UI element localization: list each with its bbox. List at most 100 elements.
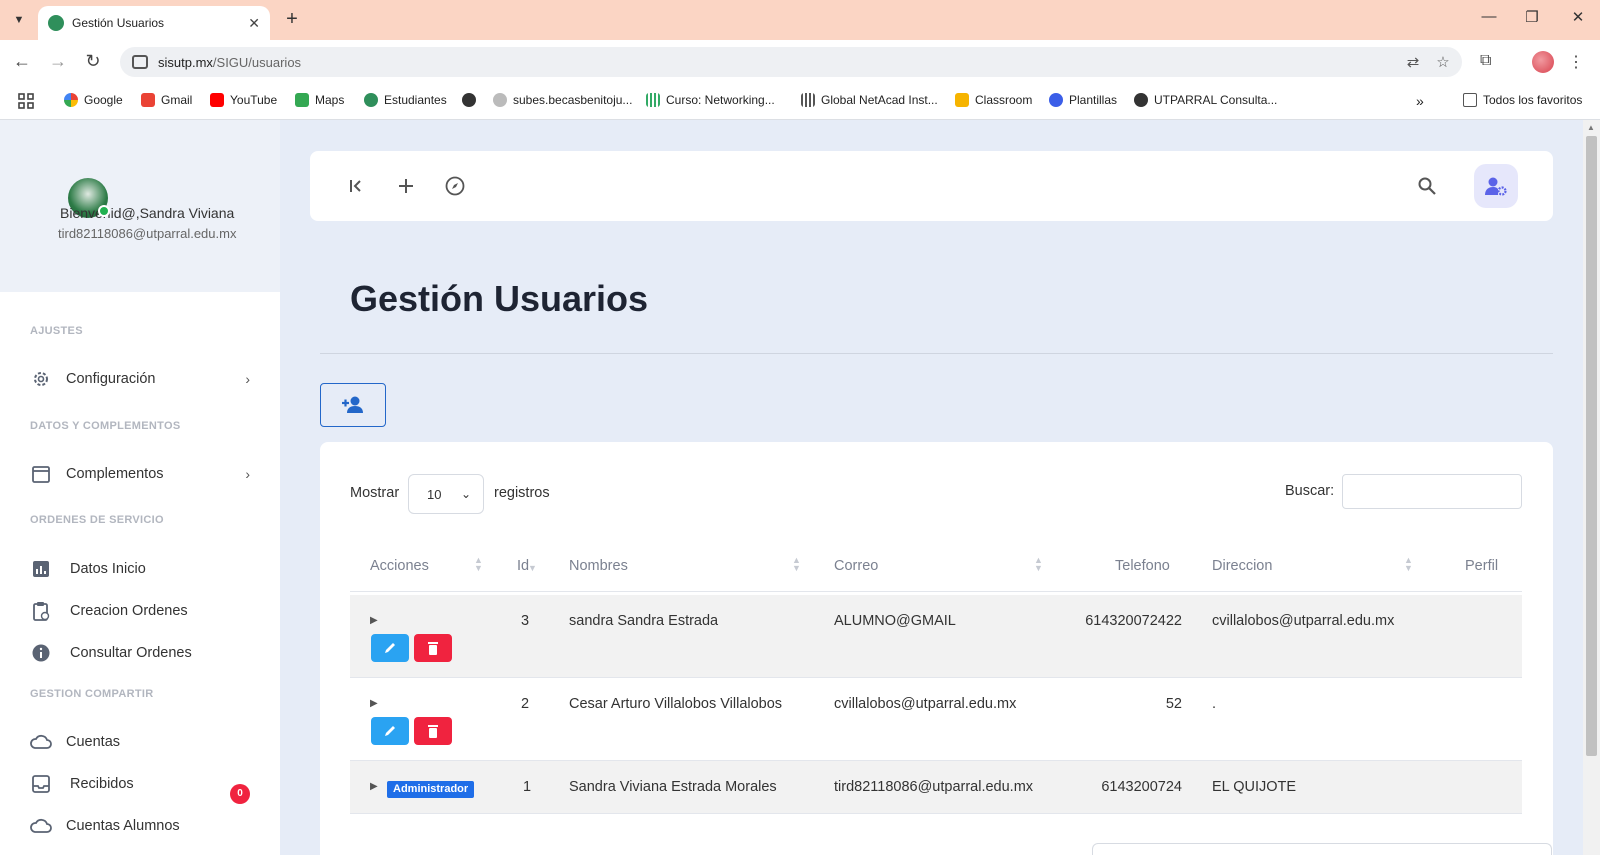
- pencil-icon: [385, 726, 395, 736]
- scroll-up-icon[interactable]: ▲: [1587, 123, 1595, 132]
- bookmark-plantillas[interactable]: Plantillas: [1049, 93, 1117, 107]
- extensions-icon[interactable]: ⧉: [1480, 52, 1491, 70]
- close-window-button[interactable]: ✕: [1563, 8, 1593, 26]
- col-perfil[interactable]: Perfil: [1465, 558, 1498, 574]
- sidebar-item-cuentas[interactable]: Cuentas: [30, 729, 250, 755]
- bookmark-utparral[interactable]: UTPARRAL Consulta...: [1134, 93, 1277, 107]
- more-bookmarks-icon[interactable]: »: [1416, 93, 1424, 109]
- clipboard-icon: [30, 600, 52, 622]
- reload-button[interactable]: ↻: [80, 50, 106, 74]
- col-direccion[interactable]: Direccion: [1212, 558, 1272, 574]
- online-status-dot: [98, 205, 110, 217]
- tab-search-button[interactable]: ▼: [6, 8, 32, 32]
- page-size-value: 10: [427, 486, 442, 502]
- col-telefono[interactable]: Telefono: [1115, 558, 1170, 574]
- restore-button[interactable]: ❐: [1517, 8, 1547, 26]
- section-gestion: GESTION COMPARTIR: [30, 688, 154, 700]
- page-size-select[interactable]: 10 ⌄: [408, 474, 484, 514]
- user-settings-button[interactable]: [1474, 164, 1518, 208]
- cell-nombres: sandra Sandra Estrada: [569, 613, 719, 629]
- sidebar-item-configuracion[interactable]: Configuración ›: [30, 366, 250, 392]
- site-info-icon[interactable]: [132, 55, 148, 69]
- profile-avatar[interactable]: [1532, 51, 1554, 73]
- trash-icon: [428, 725, 438, 738]
- col-nombres[interactable]: Nombres: [569, 558, 628, 574]
- sidebar-item-recibidos[interactable]: Recibidos: [30, 771, 250, 797]
- expand-row-icon[interactable]: ▶: [370, 615, 378, 626]
- sidebar-item-complementos[interactable]: Complementos ›: [30, 461, 250, 487]
- bookmarks-bar: Google Gmail YouTube Maps Estudiantes su…: [0, 84, 1600, 120]
- sidebar-item-datos-inicio[interactable]: Datos Inicio: [30, 556, 250, 582]
- show-label: Mostrar: [350, 485, 400, 501]
- cisco-icon: [646, 93, 660, 107]
- expand-row-icon[interactable]: ▶: [370, 781, 378, 792]
- role-badge: Administrador: [387, 781, 475, 798]
- canva-icon: [1049, 93, 1063, 107]
- bookmark-maps[interactable]: Maps: [295, 93, 344, 107]
- bookmark-google[interactable]: Google: [64, 93, 123, 107]
- add-user-button[interactable]: [320, 383, 386, 427]
- bookmark-estudiantes[interactable]: Estudiantes: [364, 93, 447, 107]
- back-button[interactable]: ←: [9, 50, 35, 74]
- section-datos: DATOS Y COMPLEMENTOS: [30, 420, 181, 432]
- sort-icon: ▲ ▼: [1404, 555, 1413, 573]
- all-bookmarks-folder[interactable]: Todos los favoritos: [1463, 93, 1582, 107]
- forward-button[interactable]: →: [45, 50, 71, 74]
- expand-row-icon[interactable]: ▶: [370, 698, 378, 709]
- edit-button[interactable]: [371, 717, 409, 745]
- bookmark-classroom[interactable]: Classroom: [955, 93, 1032, 107]
- globe-icon: [462, 93, 476, 107]
- translate-icon[interactable]: ⇄: [1402, 53, 1424, 71]
- bookmark-youtube[interactable]: YouTube: [210, 93, 277, 107]
- sort-icon: ▲ ▼: [792, 555, 801, 573]
- compass-icon[interactable]: [440, 171, 470, 201]
- sidebar-item-cuentas-alumnos[interactable]: Cuentas Alumnos: [30, 813, 250, 839]
- pagination[interactable]: [1092, 843, 1552, 855]
- delete-button[interactable]: [414, 717, 452, 745]
- user-plus-icon: [342, 396, 363, 413]
- sidebar-item-creacion-ordenes[interactable]: Creacion Ordenes: [30, 598, 250, 624]
- folder-icon: [1463, 93, 1477, 107]
- welcome-text: Bienvenid@,Sandra Viviana: [60, 205, 235, 221]
- cell-id: 3: [521, 613, 530, 629]
- bookmark-globe[interactable]: [462, 93, 482, 107]
- page-scrollbar[interactable]: ▲: [1583, 120, 1600, 855]
- chevron-right-icon: ›: [245, 371, 250, 387]
- bookmark-netacad[interactable]: Global NetAcad Inst...: [801, 93, 938, 107]
- search-icon[interactable]: [1412, 171, 1442, 201]
- menu-icon[interactable]: ⋮: [1568, 52, 1584, 72]
- sidebar-item-consultar-ordenes[interactable]: Consultar Ordenes: [30, 640, 250, 666]
- globe-icon: [1134, 93, 1148, 107]
- section-ordenes: ORDENES DE SERVICIO: [30, 514, 164, 526]
- cloud-icon: [30, 731, 52, 753]
- cell-telefono: 6143200724: [1101, 779, 1182, 795]
- col-correo[interactable]: Correo: [834, 558, 878, 574]
- url-text: sisutp.mx/SIGU/usuarios: [158, 54, 302, 70]
- address-bar[interactable]: sisutp.mx/SIGU/usuarios ⇄ ☆: [120, 47, 1462, 77]
- minimize-button[interactable]: —: [1474, 8, 1504, 25]
- page-title: Gestión Usuarios: [350, 278, 649, 319]
- cell-nombres: Cesar Arturo Villalobos Villalobos: [569, 696, 783, 712]
- edit-button[interactable]: [371, 634, 409, 662]
- scrollbar-thumb[interactable]: [1586, 136, 1597, 756]
- table-row: ▶ 3 sandra Sandra Estrada ALUMNO@GMAIL 6…: [350, 595, 1522, 678]
- bookmark-subes[interactable]: subes.becasbenitoju...: [493, 93, 632, 107]
- collapse-sidebar-icon[interactable]: [342, 171, 372, 201]
- apps-icon[interactable]: [18, 93, 34, 109]
- table-search-input[interactable]: [1342, 474, 1522, 509]
- chart-icon: [30, 558, 52, 580]
- cloud-icon: [30, 815, 52, 837]
- maps-icon: [295, 93, 309, 107]
- bookmark-star-icon[interactable]: ☆: [1432, 53, 1454, 71]
- table-row: ▶ Administrador 1 Sandra Viviana Estrada…: [350, 761, 1522, 814]
- table-row: ▶ 2 Cesar Arturo Villalobos Villalobos c…: [350, 678, 1522, 761]
- close-tab-icon[interactable]: ✕: [248, 15, 260, 32]
- bookmark-curso[interactable]: Curso: Networking...: [646, 93, 775, 107]
- col-acciones[interactable]: Acciones: [370, 558, 429, 574]
- new-tab-button[interactable]: +: [280, 8, 304, 32]
- add-icon[interactable]: [391, 171, 421, 201]
- youtube-icon: [210, 93, 224, 107]
- delete-button[interactable]: [414, 634, 452, 662]
- active-tab[interactable]: Gestión Usuarios ✕: [38, 6, 270, 40]
- bookmark-gmail[interactable]: Gmail: [141, 93, 192, 107]
